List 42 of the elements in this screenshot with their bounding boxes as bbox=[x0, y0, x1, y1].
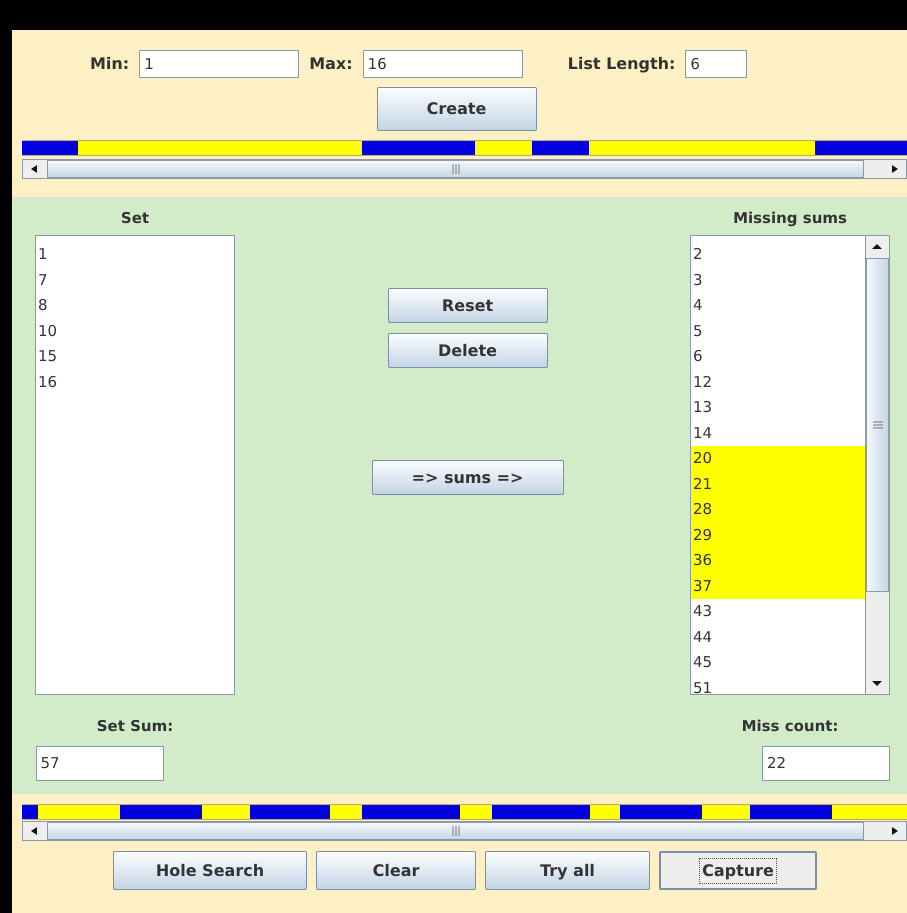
set-sum-field[interactable]: 57 bbox=[36, 746, 164, 780]
set-item[interactable]: 10 bbox=[36, 318, 234, 344]
missing-item[interactable]: 29 bbox=[691, 522, 865, 548]
bottom-button[interactable]: Clear bbox=[316, 851, 476, 890]
miss-count-field[interactable]: 22 bbox=[762, 746, 890, 780]
missing-item[interactable]: 21 bbox=[691, 472, 865, 497]
set-item[interactable]: 1 bbox=[36, 242, 234, 268]
param-label: Min: bbox=[90, 53, 130, 75]
grip-icon bbox=[872, 421, 882, 429]
scroll-thumb[interactable] bbox=[47, 160, 864, 178]
set-item[interactable]: 7 bbox=[36, 268, 234, 293]
create-button[interactable]: Create bbox=[376, 87, 536, 131]
sums-button[interactable]: => sums => bbox=[372, 460, 564, 495]
miss-count-label: Miss count: bbox=[742, 716, 838, 737]
missing-item[interactable]: 37 bbox=[691, 574, 865, 599]
set-title: Set bbox=[120, 208, 150, 227]
grip-icon bbox=[452, 164, 460, 174]
set-list[interactable]: 1 7 8 10 15 16 bbox=[35, 235, 235, 695]
param-label: Max: bbox=[309, 53, 353, 75]
grip-icon bbox=[452, 826, 460, 836]
param-label: List Length: bbox=[568, 53, 676, 75]
set-sum-label: Set Sum: bbox=[96, 716, 174, 737]
scroll-thumb[interactable] bbox=[47, 822, 864, 840]
set-item[interactable]: 15 bbox=[36, 344, 234, 370]
missing-item[interactable]: 20 bbox=[691, 446, 865, 472]
missing-item[interactable]: 28 bbox=[691, 497, 865, 522]
vertical-scrollbar[interactable] bbox=[865, 236, 889, 694]
bottom-button[interactable]: Capture bbox=[659, 851, 817, 890]
horizontal-scrollbar[interactable] bbox=[22, 159, 907, 179]
param-field[interactable]: 6 bbox=[685, 50, 748, 78]
action-button[interactable]: Reset bbox=[388, 288, 548, 323]
param-field[interactable]: 1 bbox=[139, 50, 300, 78]
bottom-button[interactable]: Try all bbox=[485, 851, 650, 890]
horizontal-scrollbar[interactable] bbox=[22, 821, 907, 841]
set-item[interactable]: 8 bbox=[36, 293, 234, 318]
bottom-button[interactable]: Hole Search bbox=[113, 851, 307, 890]
missing-title: Missing sums bbox=[733, 208, 847, 227]
set-item[interactable]: 16 bbox=[36, 370, 234, 395]
param-field[interactable]: 16 bbox=[362, 50, 523, 78]
action-button[interactable]: Delete bbox=[388, 333, 548, 368]
missing-item[interactable]: 36 bbox=[691, 548, 865, 574]
scroll-thumb[interactable] bbox=[866, 258, 889, 592]
